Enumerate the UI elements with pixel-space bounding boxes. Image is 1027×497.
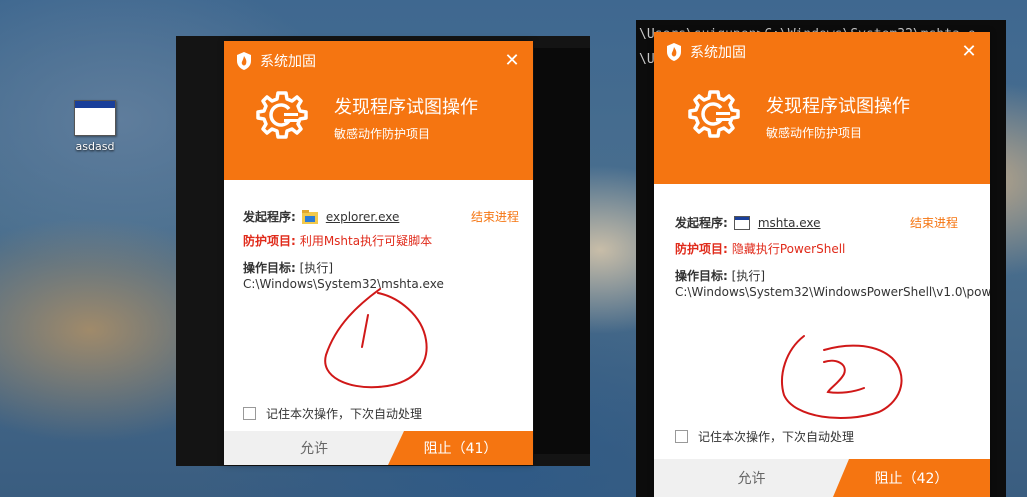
dialog-subheading: 敏感动作防护项目	[334, 126, 431, 141]
dialog-title: 系统加固	[690, 45, 746, 61]
initiator-program-link[interactable]: mshta.exe	[758, 216, 821, 230]
window-app-icon	[733, 215, 750, 230]
end-process-link[interactable]: 结束进程	[471, 208, 519, 225]
protect-label: 防护项目:	[243, 234, 296, 248]
allow-button[interactable]: 允许	[224, 431, 404, 465]
security-alert-dialog-1: 系统加固 ✕ 发现程序试图操作 敏感动作防护项目 发起程序: explorer.…	[224, 41, 533, 465]
desktop-icon-label: asdasd	[75, 140, 115, 153]
dialog-header: 系统加固 ✕ 发现程序试图操作 敏感动作防护项目	[224, 41, 533, 180]
gear-shield-icon	[688, 90, 740, 138]
allow-button[interactable]: 允许	[654, 459, 849, 497]
initiator-label: 发起程序:	[243, 210, 296, 224]
remember-label: 记住本次操作，下次自动处理	[266, 407, 423, 421]
protect-value: 隐藏执行PowerShell	[731, 242, 846, 256]
block-button[interactable]: 阻止（41）	[388, 431, 533, 465]
security-alert-dialog-2: 系统加固 ✕ 发现程序试图操作 敏感动作防护项目 发起程序: mshta.exe…	[654, 32, 990, 497]
protect-value: 利用Mshta执行可疑脚本	[299, 234, 433, 248]
terminal-line-2: \U	[639, 52, 655, 67]
close-icon[interactable]: ✕	[958, 41, 980, 63]
block-button[interactable]: 阻止（42）	[833, 459, 990, 497]
dialog-title: 系统加固	[260, 54, 316, 70]
folder-explorer-icon	[301, 209, 318, 224]
dialog-heading: 发现程序试图操作	[334, 96, 478, 118]
desktop-icon-asdasd[interactable]: asdasd	[66, 100, 124, 153]
protect-label: 防护项目:	[675, 242, 728, 256]
end-process-link[interactable]: 结束进程	[910, 214, 958, 231]
remember-checkbox[interactable]	[675, 430, 688, 443]
target-label: 操作目标:	[243, 261, 296, 275]
remember-label: 记住本次操作，下次自动处理	[698, 430, 855, 444]
shield-flame-logo-icon	[667, 43, 681, 61]
initiator-program-link[interactable]: explorer.exe	[326, 210, 400, 224]
window-app-icon	[74, 100, 116, 136]
remember-checkbox[interactable]	[243, 407, 256, 420]
dialog-heading: 发现程序试图操作	[766, 95, 910, 117]
gear-shield-icon	[256, 91, 308, 139]
remember-choice[interactable]: 记住本次操作，下次自动处理	[675, 428, 854, 445]
initiator-label: 发起程序:	[675, 216, 728, 230]
close-icon[interactable]: ✕	[501, 50, 523, 72]
dialog-header: 系统加固 ✕ 发现程序试图操作 敏感动作防护项目	[654, 32, 990, 184]
dialog-subheading: 敏感动作防护项目	[766, 125, 863, 140]
shield-flame-logo-icon	[237, 52, 251, 70]
remember-choice[interactable]: 记住本次操作，下次自动处理	[243, 405, 422, 422]
target-label: 操作目标:	[675, 269, 728, 283]
